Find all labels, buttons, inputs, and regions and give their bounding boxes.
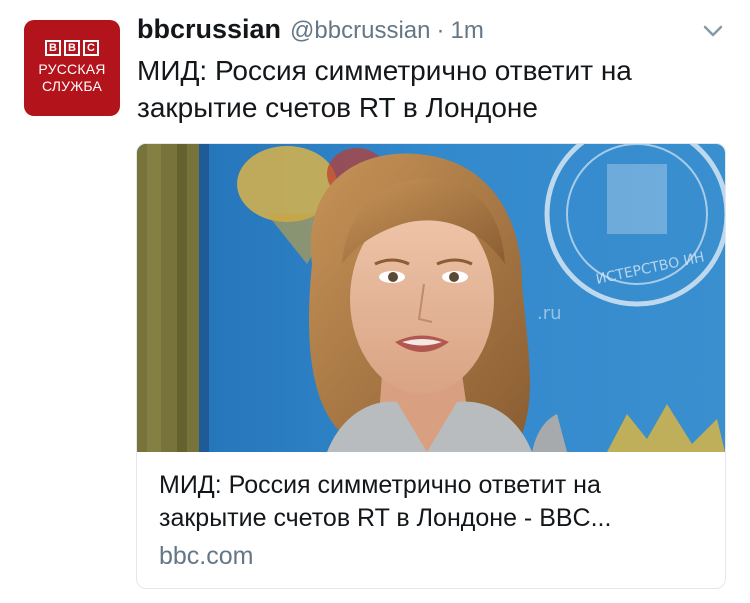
tweet-header: bbcrussian @bbcrussian · 1m	[137, 14, 484, 48]
avatar-text-line1: РУССКАЯ	[38, 61, 106, 77]
card-image[interactable]: ИСТЕРСТВО ИН .ru	[137, 144, 725, 452]
timestamp[interactable]: 1m	[450, 17, 483, 45]
bbc-letter: C	[83, 40, 99, 56]
avatar-text-line2: СЛУЖБА	[41, 78, 103, 94]
user-handle[interactable]: @bbcrussian	[290, 17, 430, 45]
bbc-letter: B	[64, 40, 80, 56]
card-body[interactable]: МИД: Россия симметрично ответит на закры…	[159, 469, 707, 571]
svg-text:.ru: .ru	[537, 303, 562, 324]
display-name[interactable]: bbcrussian	[137, 14, 281, 45]
tweet: B B C РУССКАЯ СЛУЖБА bbcrussian @bbcruss…	[0, 0, 750, 603]
card-title[interactable]: МИД: Россия симметрично ответит на закры…	[159, 469, 707, 535]
separator-dot: ·	[436, 17, 445, 44]
link-card[interactable]: ИСТЕРСТВО ИН .ru МИД: Россия симметрично…	[136, 143, 726, 589]
card-domain[interactable]: bbc.com	[159, 541, 707, 571]
bbc-logo: B B C	[45, 40, 99, 56]
avatar[interactable]: B B C РУССКАЯ СЛУЖБА	[24, 20, 120, 116]
tweet-text: МИД: Россия симметрично ответит на закры…	[137, 55, 632, 123]
chevron-down-icon[interactable]	[702, 20, 724, 42]
bbc-letter: B	[45, 40, 61, 56]
